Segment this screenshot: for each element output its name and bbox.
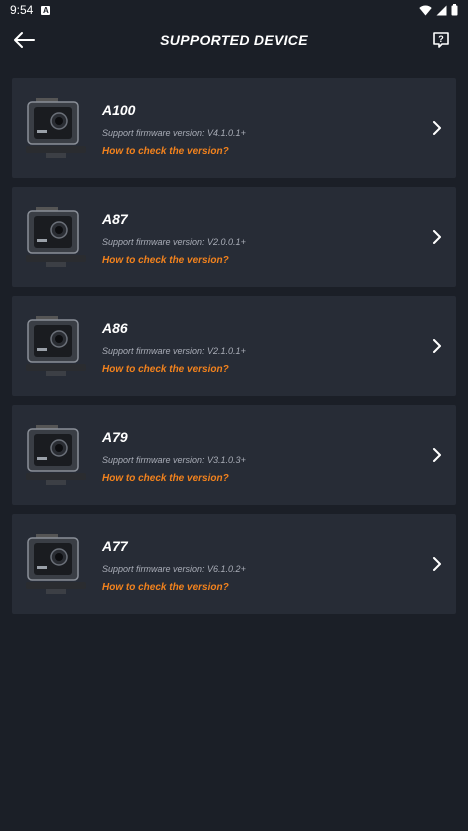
device-card[interactable]: A100 Support firmware version: V4.1.0.1+… <box>12 78 456 178</box>
camera-image <box>26 534 86 594</box>
check-version-link[interactable]: How to check the version? <box>102 473 229 484</box>
status-right <box>419 4 458 16</box>
device-card[interactable]: A87 Support firmware version: V2.0.0.1+ … <box>12 187 456 287</box>
device-card[interactable]: A77 Support firmware version: V6.1.0.2+ … <box>12 514 456 614</box>
status-left: 9:54 A <box>10 3 51 17</box>
chevron-right-icon <box>433 448 441 462</box>
help-icon[interactable]: ? <box>432 31 450 49</box>
device-name: A87 <box>102 211 128 227</box>
camera-image <box>26 316 86 376</box>
firmware-version: Support firmware version: V3.1.0.3+ <box>102 455 246 465</box>
check-version-link[interactable]: How to check the version? <box>102 255 229 266</box>
chevron-right-icon <box>433 339 441 353</box>
battery-icon <box>451 4 458 16</box>
firmware-version: Support firmware version: V4.1.0.1+ <box>102 128 246 138</box>
check-version-link[interactable]: How to check the version? <box>102 364 229 375</box>
device-name: A77 <box>102 538 128 554</box>
device-name: A86 <box>102 320 128 336</box>
camera-image <box>26 98 86 158</box>
camera-image <box>26 425 86 485</box>
firmware-version: Support firmware version: V2.1.0.1+ <box>102 346 246 356</box>
svg-text:?: ? <box>438 34 444 44</box>
back-arrow-icon[interactable] <box>12 30 36 50</box>
device-card[interactable]: A86 Support firmware version: V2.1.0.1+ … <box>12 296 456 396</box>
chevron-right-icon <box>433 557 441 571</box>
device-card[interactable]: A79 Support firmware version: V3.1.0.3+ … <box>12 405 456 505</box>
device-name: A100 <box>102 102 136 118</box>
check-version-link[interactable]: How to check the version? <box>102 582 229 593</box>
page-title: SUPPORTED DEVICE <box>160 32 308 48</box>
status-bar: 9:54 A <box>0 0 468 20</box>
device-list: A100 Support firmware version: V4.1.0.1+… <box>12 78 456 623</box>
notification-icon: A <box>41 5 51 15</box>
signal-icon <box>436 5 447 15</box>
chevron-right-icon <box>433 121 441 135</box>
clock: 9:54 <box>10 3 34 17</box>
chevron-right-icon <box>433 230 441 244</box>
firmware-version: Support firmware version: V2.0.0.1+ <box>102 237 246 247</box>
check-version-link[interactable]: How to check the version? <box>102 146 229 157</box>
app-header: SUPPORTED DEVICE ? <box>0 22 468 58</box>
wifi-icon <box>419 5 432 15</box>
device-name: A79 <box>102 429 128 445</box>
firmware-version: Support firmware version: V6.1.0.2+ <box>102 564 246 574</box>
camera-image <box>26 207 86 267</box>
